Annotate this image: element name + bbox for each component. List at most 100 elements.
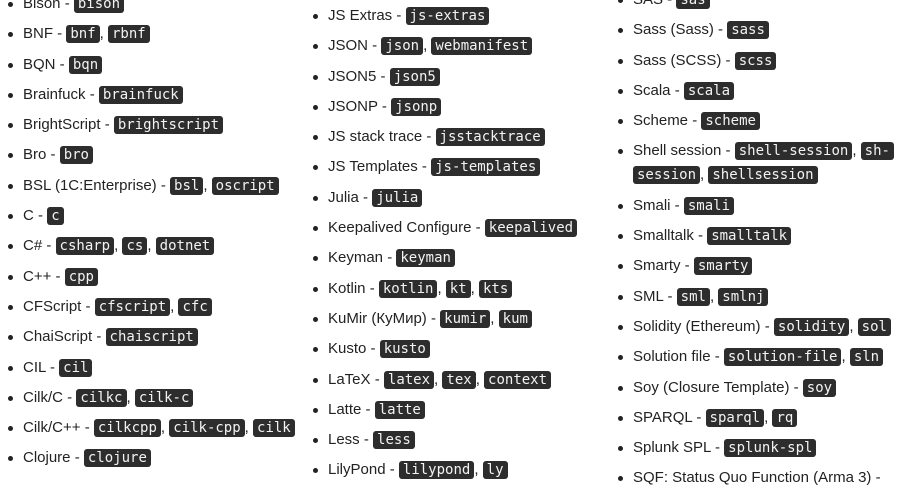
language-name: Less bbox=[328, 431, 360, 449]
language-name: JSON bbox=[328, 37, 369, 55]
name-alias-separator: - bbox=[55, 55, 69, 73]
language-item: Keepalived Configure - keepalived bbox=[311, 216, 606, 240]
language-name: CIL bbox=[23, 358, 46, 376]
language-alias: smarty bbox=[693, 257, 753, 276]
language-alias: csharp bbox=[55, 237, 115, 256]
language-alias: webmanifest bbox=[431, 37, 533, 56]
name-alias-separator: - bbox=[53, 25, 67, 43]
language-alias: js-templates bbox=[431, 158, 541, 177]
language-alias: chaiscript bbox=[105, 328, 198, 347]
language-alias: cilk-cpp bbox=[169, 419, 245, 438]
language-item: Soy (Closure Template) - soy bbox=[616, 376, 898, 400]
name-alias-separator: - bbox=[85, 85, 99, 103]
alias-separator: , bbox=[475, 370, 485, 388]
language-alias: solidity bbox=[773, 317, 850, 336]
language-name: Shell session bbox=[633, 142, 722, 160]
language-alias: bqn bbox=[68, 55, 103, 74]
language-alias: soy bbox=[802, 378, 837, 397]
language-alias: cfc bbox=[178, 297, 212, 316]
language-name: JSON5 bbox=[328, 67, 377, 85]
language-alias: sas bbox=[676, 0, 710, 9]
language-alias: kotlin bbox=[378, 279, 438, 298]
name-alias-separator: - bbox=[377, 97, 392, 115]
name-alias-separator: - bbox=[663, 0, 676, 8]
alias-separator: , bbox=[849, 317, 858, 335]
name-alias-separator: - bbox=[871, 469, 881, 487]
name-alias-separator: - bbox=[710, 348, 724, 366]
language-item: C++ - cpp bbox=[6, 265, 304, 289]
language-alias: scheme bbox=[701, 112, 760, 131]
language-alias: brainfuck bbox=[98, 85, 183, 104]
language-name: Cilk/C bbox=[23, 388, 63, 406]
language-alias: json5 bbox=[389, 67, 440, 86]
language-alias: kumir bbox=[440, 309, 491, 328]
language-name: BQN bbox=[23, 55, 56, 73]
language-name: Brainfuck bbox=[23, 85, 86, 103]
language-name: SQF: Status Quo Function (Arma 3) bbox=[633, 469, 872, 487]
language-name: BNF bbox=[23, 25, 53, 43]
language-alias: rbnf bbox=[107, 25, 150, 44]
language-item: Julia - julia bbox=[311, 186, 606, 210]
language-name: Scala bbox=[633, 81, 671, 99]
language-name: CFScript bbox=[23, 297, 82, 315]
language-list-column-3: SAS - sas Sass (Sass) - sass Sass (SCSS) -… bbox=[616, 0, 898, 497]
alias-separator: , bbox=[203, 176, 212, 194]
language-alias: clojure bbox=[83, 449, 151, 468]
language-item: Splunk SPL - splunk-spl bbox=[616, 436, 898, 460]
name-alias-separator: - bbox=[721, 51, 735, 69]
language-item: Keyman - keyman bbox=[311, 246, 606, 270]
language-item: Solidity (Ethereum) - solidity, sol bbox=[616, 315, 898, 339]
language-name: Latte bbox=[328, 400, 362, 418]
language-alias: kts bbox=[479, 279, 513, 298]
language-name: LilyPond bbox=[328, 461, 386, 479]
language-alias: bnf bbox=[66, 25, 100, 44]
language-alias: sln bbox=[849, 348, 884, 367]
language-item: JSON - json, webmanifest bbox=[311, 34, 606, 58]
language-alias: splunk-spl bbox=[724, 439, 817, 458]
language-alias: ly bbox=[482, 461, 508, 480]
language-alias: shellsession bbox=[708, 166, 818, 185]
language-name: Splunk SPL bbox=[633, 439, 711, 457]
name-alias-separator: - bbox=[422, 128, 436, 146]
language-alias: smlnj bbox=[718, 287, 769, 306]
name-alias-separator: - bbox=[92, 328, 106, 346]
language-item: ChaiScript - chaiscript bbox=[6, 325, 304, 349]
name-alias-separator: - bbox=[426, 309, 441, 327]
name-alias-separator: - bbox=[81, 297, 95, 315]
language-alias: smalltalk bbox=[707, 227, 792, 246]
name-alias-separator: - bbox=[51, 267, 65, 285]
name-alias-separator: - bbox=[471, 219, 485, 237]
language-alias: scss bbox=[734, 51, 777, 70]
language-item: C# - csharp, cs, dotnet bbox=[6, 234, 304, 258]
language-name: JS stack trace bbox=[328, 128, 423, 146]
language-item: Bison - bison bbox=[6, 0, 304, 16]
language-item: Shell session - shell-session, sh-sessio… bbox=[616, 139, 898, 187]
language-item: Less - less bbox=[311, 428, 606, 452]
language-name: JS Extras bbox=[328, 7, 393, 24]
language-alias: jsonp bbox=[391, 97, 442, 116]
language-name: C bbox=[23, 207, 34, 225]
language-alias: smali bbox=[683, 196, 735, 215]
language-item: Clojure - clojure bbox=[6, 446, 304, 470]
language-name: ChaiScript bbox=[23, 328, 93, 346]
name-alias-separator: - bbox=[60, 0, 74, 12]
language-name: SAS bbox=[633, 0, 663, 8]
language-name: Bison bbox=[23, 0, 61, 12]
name-alias-separator: - bbox=[42, 237, 56, 255]
name-alias-separator: - bbox=[663, 287, 677, 305]
language-alias: sass bbox=[727, 21, 769, 40]
language-alias: kt bbox=[445, 279, 471, 298]
language-alias: sml bbox=[676, 287, 710, 306]
language-item: JSON5 - json5 bbox=[311, 65, 606, 89]
language-item: BQN - bqn bbox=[6, 53, 304, 77]
language-name: Keyman bbox=[328, 249, 384, 267]
language-item: Kusto - kusto bbox=[311, 337, 606, 361]
language-alias: lilypond bbox=[398, 461, 475, 480]
language-name: SPARQL bbox=[633, 408, 693, 426]
language-name: Smali bbox=[633, 196, 671, 214]
language-item: Smalltalk - smalltalk bbox=[616, 224, 898, 248]
language-alias: tex bbox=[442, 370, 476, 389]
language-alias: cilk-c bbox=[134, 388, 194, 407]
language-item: Brainfuck - brainfuck bbox=[6, 83, 304, 107]
name-alias-separator: - bbox=[370, 370, 384, 388]
